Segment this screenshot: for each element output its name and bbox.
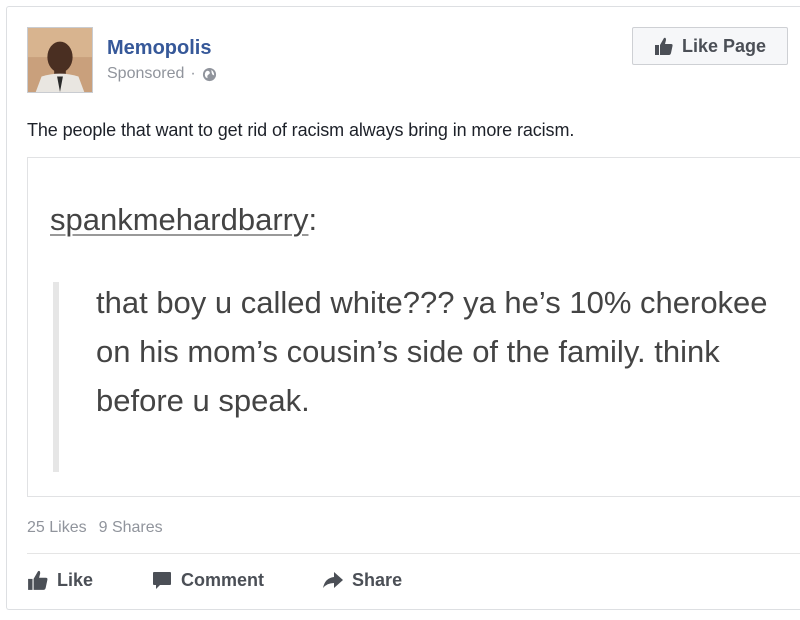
share-label: Share (352, 569, 403, 590)
tumblr-quote-text: that boy u called white??? ya he’s 10% c… (96, 285, 768, 418)
like-button[interactable]: Like (27, 569, 93, 591)
post-meta: Sponsored · (107, 65, 217, 83)
meta-separator: · (190, 65, 196, 82)
comment-button[interactable]: Comment (151, 569, 264, 591)
comment-icon (151, 569, 173, 591)
like-page-button[interactable]: Like Page (632, 27, 788, 65)
shares-count[interactable]: 9 Shares (99, 519, 163, 537)
likes-count[interactable]: 25 Likes (27, 519, 87, 537)
globe-icon (202, 67, 217, 82)
post-stats: 25 Likes 9 Shares (27, 519, 163, 537)
page-avatar[interactable] (27, 27, 93, 93)
embedded-tumblr-image[interactable]: spankmehardbarry: that boy u called whit… (27, 157, 800, 497)
like-page-label: Like Page (681, 35, 767, 56)
post-actions: Like Comment Share (27, 569, 460, 591)
comment-label: Comment (181, 569, 265, 590)
thumbs-up-icon (27, 569, 49, 591)
sponsored-label[interactable]: Sponsored (107, 65, 184, 83)
avatar-image (28, 28, 92, 92)
like-label: Like (57, 569, 94, 590)
tumblr-username: spankmehardbarry: (50, 202, 317, 238)
username-colon: : (308, 202, 318, 237)
thumbs-up-icon (654, 36, 674, 56)
post-text: The people that want to get rid of racis… (27, 120, 575, 140)
share-button[interactable]: Share (322, 569, 402, 591)
page-name-link[interactable]: Memopolis (107, 37, 211, 60)
tumblr-username-link: spankmehardbarry (50, 202, 309, 237)
sponsored-post-card: Memopolis Sponsored · Like Page The peop… (6, 6, 800, 610)
share-arrow-icon (322, 569, 344, 591)
quote-bar (53, 282, 59, 472)
actions-divider (27, 553, 800, 554)
